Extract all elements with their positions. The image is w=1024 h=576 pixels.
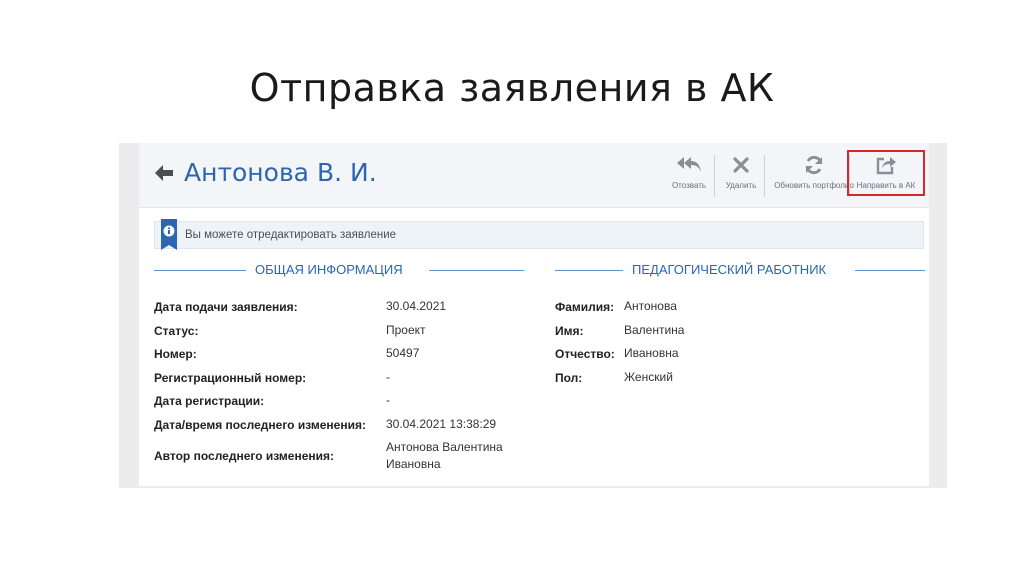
last-author-value-line1: Антонова Валентина [386, 440, 503, 454]
close-icon [719, 155, 763, 175]
application-panel: Антонова В. И. Отозвать Удалить Обновить… [139, 143, 929, 486]
number-label: Номер: [154, 347, 197, 361]
status-label: Статус: [154, 324, 199, 338]
slide-title: Отправка заявления в АК [249, 66, 775, 110]
toolbar-divider [714, 155, 715, 197]
person-name: Антонова В. И. [184, 158, 377, 187]
send-to-ak-label: Направить в АК [856, 181, 916, 190]
section-divider [855, 270, 925, 271]
gender-label: Пол: [555, 371, 583, 385]
registration-date-value: - [386, 393, 390, 407]
registration-number-value: - [386, 370, 390, 384]
toolbar-divider [764, 155, 765, 197]
recall-label: Отозвать [671, 181, 707, 190]
info-icon [161, 219, 177, 250]
surname-value: Антонова [624, 299, 677, 313]
submission-date-value: 30.04.2021 [386, 299, 447, 313]
last-modified-value: 30.04.2021 13:38:29 [386, 417, 497, 431]
section-divider [555, 270, 623, 271]
first-name-label: Имя: [555, 324, 584, 338]
registration-date-label: Дата регистрации: [154, 394, 265, 408]
last-author-value-line2: Ивановна [386, 457, 441, 471]
section-divider [429, 270, 524, 271]
status-value: Проект [386, 323, 426, 337]
reply-all-icon [667, 155, 711, 175]
surname-label: Фамилия: [555, 300, 615, 314]
registration-number-label: Регистрационный номер: [154, 371, 307, 385]
teacher-title: ПЕДАГОГИЧЕСКИЙ РАБОТНИК [632, 262, 827, 277]
recall-button[interactable]: Отозвать [667, 155, 711, 195]
delete-button[interactable]: Удалить [719, 155, 763, 195]
general-info-title: ОБЩАЯ ИНФОРМАЦИЯ [255, 262, 403, 277]
notice-text: Вы можете отредактировать заявление [185, 229, 397, 241]
delete-label: Удалить [725, 181, 757, 190]
section-divider [154, 270, 246, 271]
panel-header: Антонова В. И. Отозвать Удалить Обновить… [139, 143, 929, 208]
last-modified-label: Дата/время последнего изменения: [154, 418, 366, 432]
patronymic-value: Ивановна [624, 346, 679, 360]
general-info-section-header: ОБЩАЯ ИНФОРМАЦИЯ [154, 262, 524, 278]
first-name-value: Валентина [624, 323, 685, 337]
patronymic-label: Отчество: [555, 347, 615, 361]
last-author-label: Автор последнего изменения: [154, 449, 335, 463]
send-to-ak-button[interactable]: Направить в АК [849, 155, 923, 195]
back-arrow-icon[interactable] [153, 162, 175, 184]
submission-date-label: Дата подачи заявления: [154, 300, 298, 314]
number-value: 50497 [386, 346, 420, 360]
application-screenshot: Антонова В. И. Отозвать Удалить Обновить… [119, 143, 947, 488]
share-icon [849, 155, 923, 175]
teacher-section-header: ПЕДАГОГИЧЕСКИЙ РАБОТНИК [555, 262, 925, 278]
gender-value: Женский [624, 370, 673, 384]
edit-notice: Вы можете отредактировать заявление [154, 219, 924, 250]
